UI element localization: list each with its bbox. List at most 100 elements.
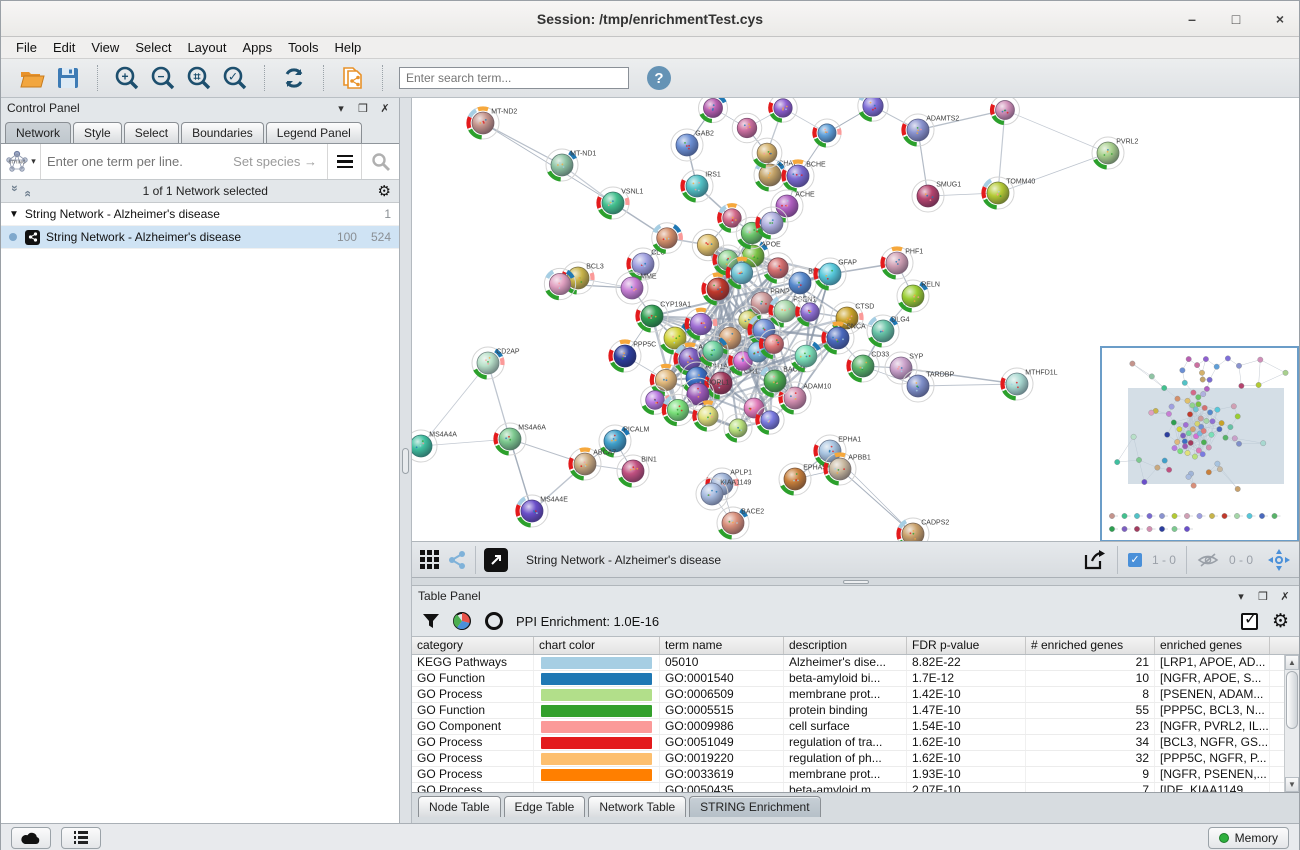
network-node[interactable]: PPP5C (609, 340, 656, 372)
column-header-description[interactable]: description (784, 637, 907, 654)
maximize-button[interactable]: □ (1227, 10, 1245, 28)
network-node[interactable] (752, 138, 782, 168)
network-node[interactable] (790, 340, 822, 372)
tab-edge-table[interactable]: Edge Table (504, 796, 586, 817)
export-network-icon[interactable] (1083, 549, 1107, 571)
network-node[interactable]: RELN (897, 280, 940, 312)
string-options-button[interactable] (327, 144, 361, 179)
string-logo-icon[interactable]: STRING ▾ (1, 144, 41, 179)
close-button[interactable]: × (1271, 10, 1289, 28)
save-session-button[interactable] (53, 63, 83, 93)
network-node[interactable] (813, 119, 841, 147)
table-row[interactable]: GO FunctionGO:0001540beta-amyloid bi...1… (412, 671, 1299, 687)
memory-button[interactable]: Memory (1208, 827, 1289, 849)
tab-network-table[interactable]: Network Table (588, 796, 686, 817)
network-options-gear-icon[interactable]: ⚙ (378, 182, 391, 200)
grid-view-icon[interactable] (420, 550, 439, 569)
chart-color-icon[interactable] (452, 611, 472, 631)
zoom-in-button[interactable]: + (112, 63, 142, 93)
splitter-grip[interactable] (843, 580, 869, 584)
network-node[interactable]: TOMM40 (982, 177, 1035, 209)
collapse-all-icon[interactable]: » (20, 185, 34, 197)
network-node[interactable] (652, 223, 683, 254)
panel-float-icon[interactable]: ❒ (355, 102, 371, 115)
ring-chart-icon[interactable] (484, 611, 504, 631)
network-node[interactable]: EPHA5 (779, 463, 826, 495)
menu-item-tools[interactable]: Tools (281, 38, 325, 57)
refresh-layout-button[interactable] (279, 63, 309, 93)
panel-menu-icon[interactable]: ▾ (1233, 590, 1249, 603)
tab-network[interactable]: Network (5, 122, 71, 143)
network-node[interactable] (726, 257, 757, 288)
birdseye-toggle-icon[interactable] (1267, 548, 1291, 572)
string-query-input[interactable] (41, 154, 233, 169)
table-row[interactable]: GO ProcessGO:0033619membrane prot...1.93… (412, 767, 1299, 783)
network-node[interactable] (724, 414, 752, 442)
network-node[interactable] (858, 98, 888, 121)
zoom-selected-button[interactable]: ✓ (220, 63, 250, 93)
network-node[interactable]: SMUG1 (912, 180, 961, 212)
column-header-term-name[interactable]: term name (660, 637, 784, 654)
network-node[interactable] (662, 394, 693, 425)
network-node[interactable]: PVRL2 (1092, 137, 1139, 169)
cloud-tasks-button[interactable] (11, 827, 51, 849)
horizontal-splitter[interactable] (412, 578, 1299, 586)
minimize-button[interactable]: – (1183, 10, 1201, 28)
column-header-enriched-genes[interactable]: enriched genes (1155, 637, 1270, 654)
table-row[interactable]: GO FunctionGO:0005515protein binding1.47… (412, 703, 1299, 719)
panel-close-icon[interactable]: ✗ (377, 102, 393, 115)
filter-icon[interactable] (422, 612, 440, 630)
tab-boundaries[interactable]: Boundaries (181, 122, 264, 143)
network-node[interactable]: CADPS2 (897, 518, 949, 542)
table-row[interactable]: GO ProcessGO:0051049regulation of tra...… (412, 735, 1299, 751)
network-node[interactable] (756, 207, 788, 239)
birdseye-viewport[interactable] (1128, 388, 1284, 484)
network-canvas[interactable]: MT-ND2MT-ND1VSNL1GAB2IRS1CHATBCHEACHEADA… (412, 98, 1299, 542)
enrichment-settings-gear-icon[interactable]: ⚙ (1272, 610, 1289, 633)
network-row-selected[interactable]: String Network - Alzheimer's disease 100… (1, 226, 399, 249)
network-node[interactable]: CD2AP (472, 347, 520, 379)
network-collection-row[interactable]: ▼ String Network - Alzheimer's disease 1 (1, 203, 399, 226)
panel-float-icon[interactable]: ❒ (1255, 590, 1271, 603)
network-node[interactable] (732, 113, 762, 143)
menu-item-select[interactable]: Select (128, 38, 178, 57)
zoom-fit-button[interactable]: ⌗ (184, 63, 214, 93)
scrollbar-thumb[interactable] (1286, 671, 1298, 729)
network-node[interactable]: IRS1 (681, 170, 721, 202)
network-node[interactable]: MTHFD1L (1001, 368, 1058, 400)
network-node[interactable] (763, 253, 793, 283)
network-node[interactable]: MT-ND1 (546, 149, 596, 181)
network-node[interactable]: ADAMTS2 (902, 114, 959, 146)
column-header-category[interactable]: category (412, 637, 534, 654)
network-node[interactable]: VSNL1 (597, 187, 644, 219)
table-row[interactable]: KEGG Pathways05010Alzheimer's dise...8.8… (412, 655, 1299, 671)
tab-node-table[interactable]: Node Table (418, 796, 501, 817)
panel-close-icon[interactable]: ✗ (1277, 590, 1293, 603)
table-row[interactable]: GO ProcessGO:0006509membrane prot...1.42… (412, 687, 1299, 703)
menu-item-help[interactable]: Help (328, 38, 369, 57)
zoom-out-button[interactable]: − (148, 63, 178, 93)
table-row[interactable]: GO ProcessGO:0019220regulation of ph...1… (412, 751, 1299, 767)
network-node[interactable] (693, 401, 723, 431)
network-from-file-button[interactable] (338, 63, 368, 93)
string-search-button[interactable] (361, 144, 399, 179)
network-node[interactable]: MS4A4E (516, 495, 568, 527)
task-history-button[interactable] (61, 827, 101, 849)
network-node[interactable]: MT-ND2 (467, 107, 517, 139)
network-node[interactable] (718, 204, 746, 232)
network-node[interactable] (685, 308, 717, 340)
menu-item-apps[interactable]: Apps (236, 38, 280, 57)
network-node[interactable] (769, 98, 797, 122)
network-node[interactable]: BIN1 (617, 455, 657, 487)
network-node[interactable]: ABCA7 (569, 448, 616, 480)
select-terms-checkbox-icon[interactable] (1241, 613, 1258, 630)
table-scrollbar[interactable]: ▲ ▼ (1284, 655, 1299, 792)
network-node[interactable]: BACE2 (717, 507, 764, 539)
network-node[interactable]: DLG4 (867, 315, 910, 347)
tab-legend-panel[interactable]: Legend Panel (266, 122, 362, 143)
column-header-FDR-p-value[interactable]: FDR p-value (907, 637, 1026, 654)
birdseye-view[interactable] (1100, 346, 1299, 542)
table-row[interactable]: GO ProcessGO:0050435beta-amyloid m...2.0… (412, 783, 1299, 792)
tab-style[interactable]: Style (73, 122, 122, 143)
tab-select[interactable]: Select (124, 122, 179, 143)
